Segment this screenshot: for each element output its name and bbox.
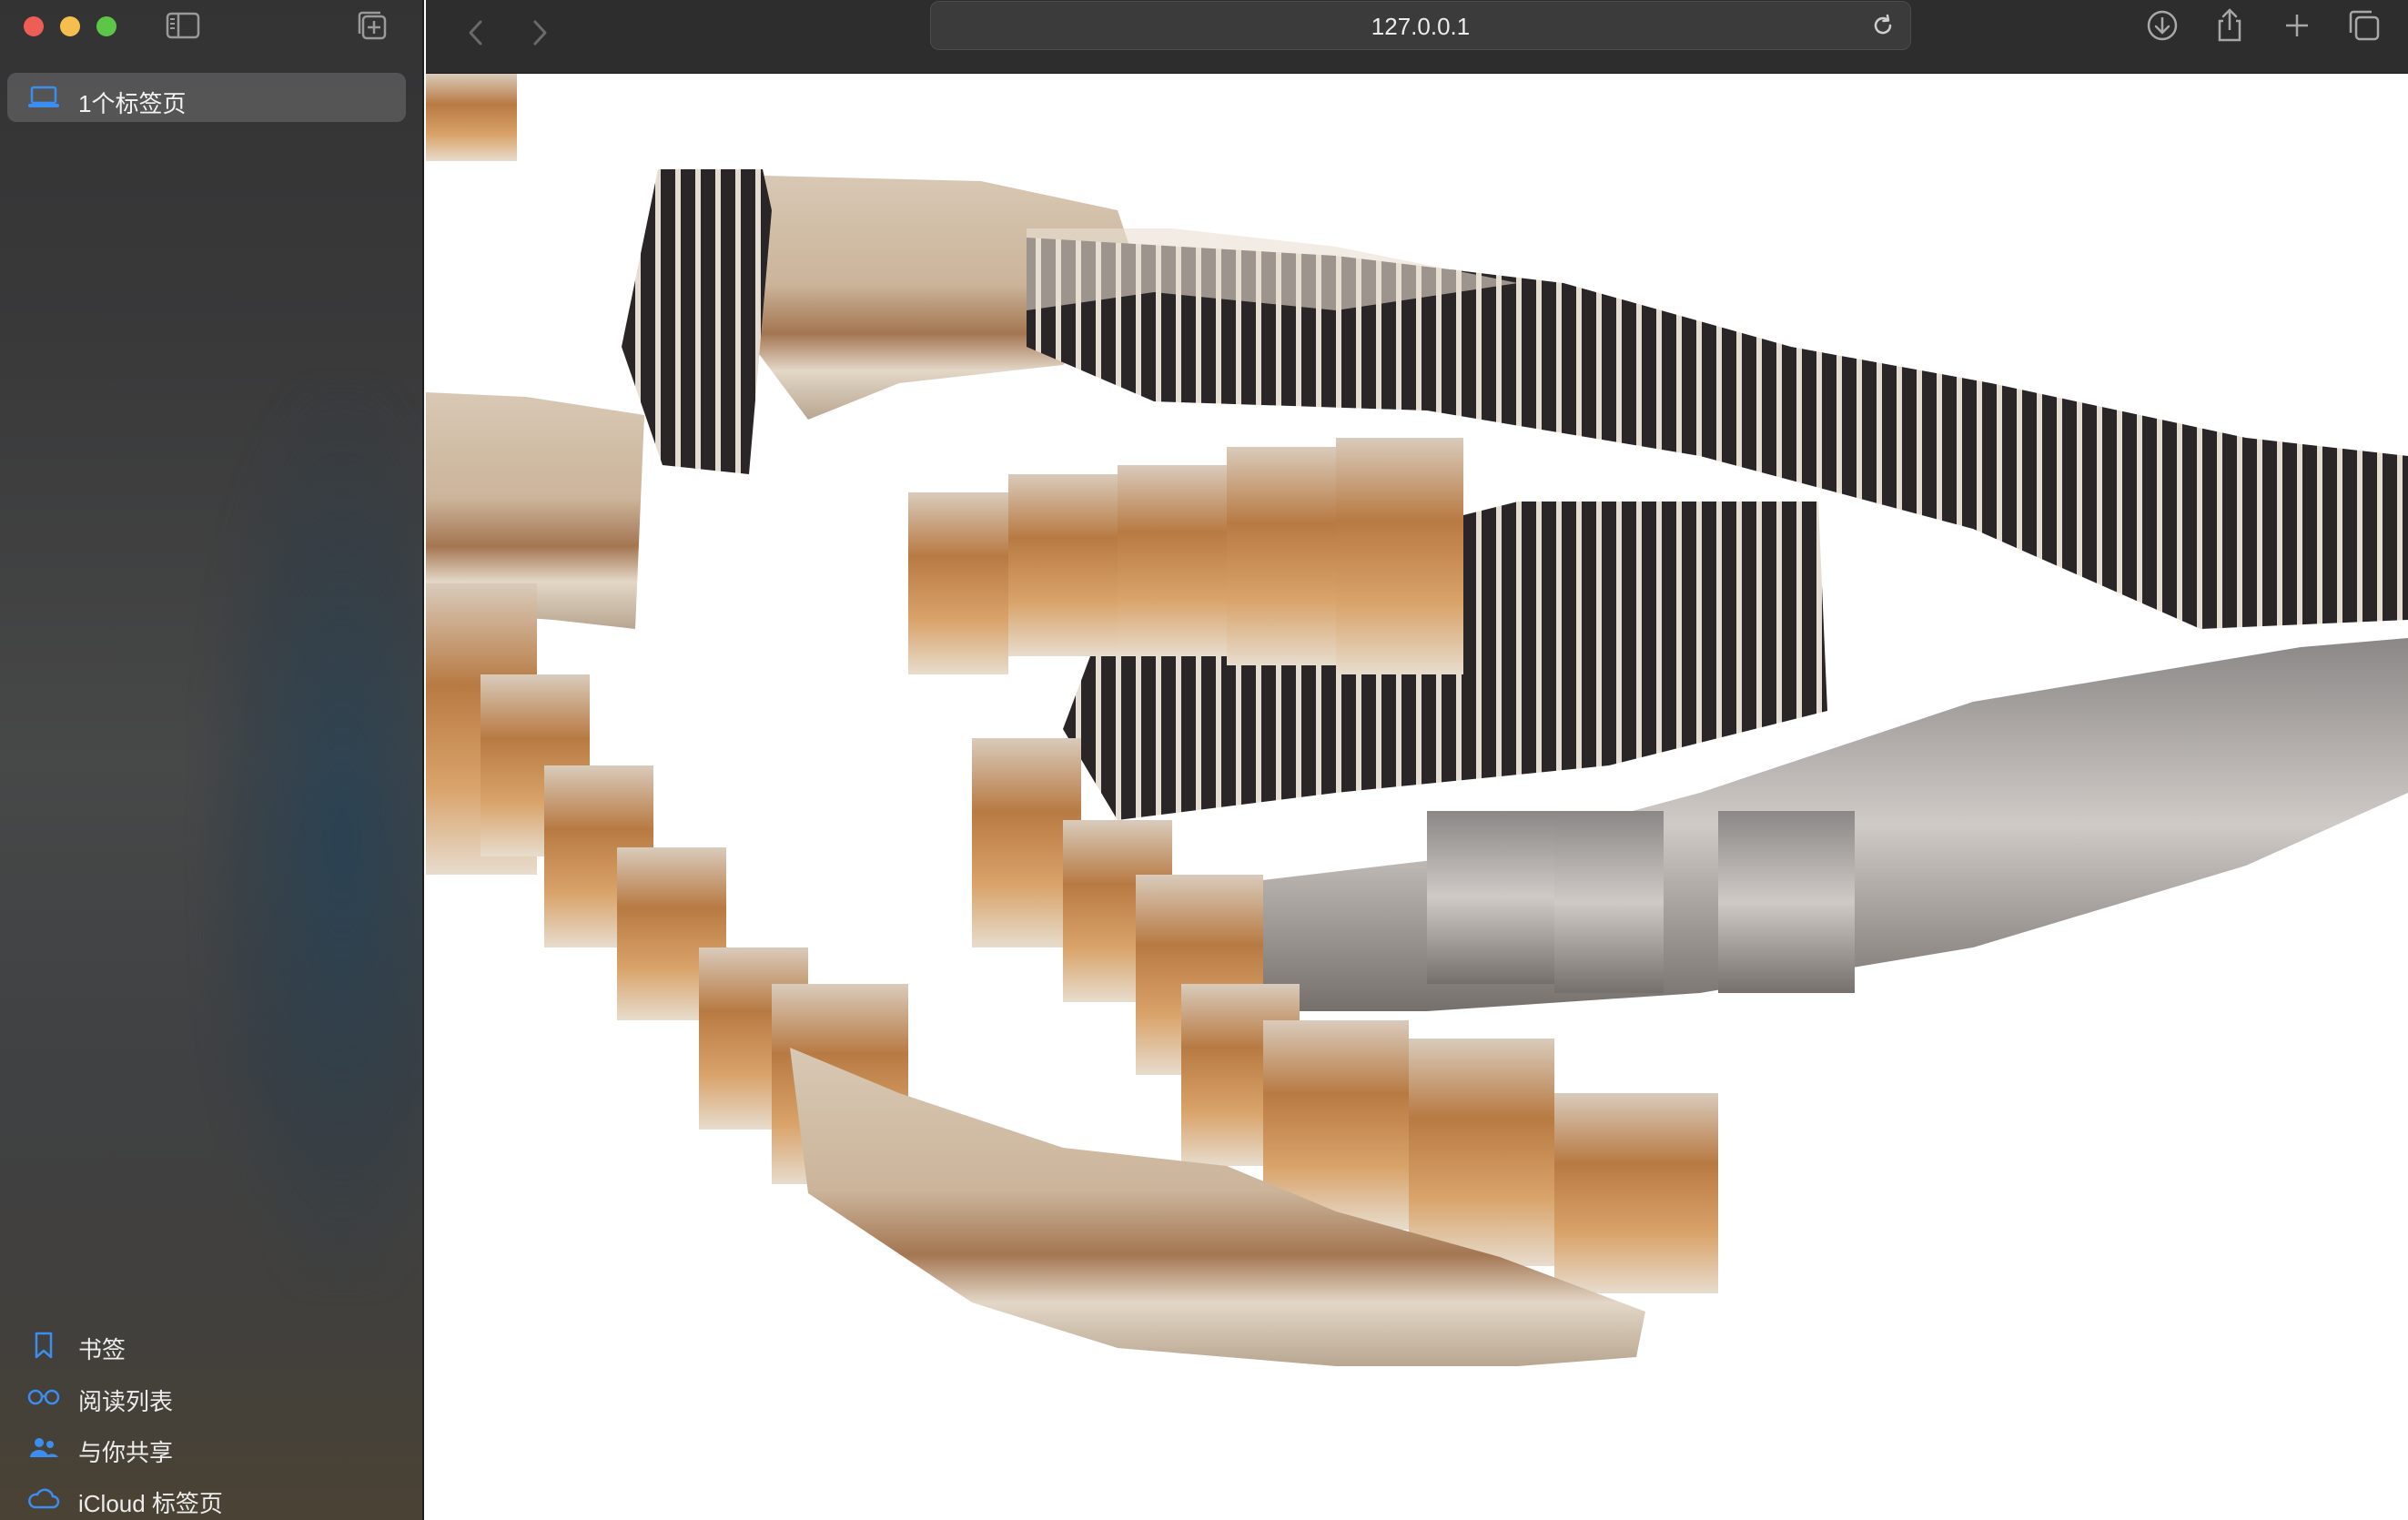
puppy-tile [1227,447,1336,665]
icloud-icon [28,1488,60,1509]
bookmark-icon [35,1332,53,1359]
sidebar-toggle-icon[interactable] [166,12,200,39]
puppy-tile [1336,438,1463,674]
zoom-window-button[interactable] [96,16,116,36]
url-text: 127.0.0.1 [1371,13,1471,40]
sidebar-item-label: 阅读列表 [78,1388,174,1415]
reload-icon[interactable] [1870,13,1896,38]
browser-toolbar: 127.0.0.1 [426,0,2408,74]
back-button[interactable] [462,15,490,51]
sidebar-item-reading-list[interactable]: 阅读列表 [0,1374,400,1420]
shared-with-you-icon [30,1438,58,1457]
sidebar-item-label: iCloud 标签页 [78,1490,223,1517]
kitten-tile [1554,811,1664,993]
share-icon[interactable] [2211,7,2248,44]
puppy-tile [426,74,517,161]
close-window-button[interactable] [24,16,44,36]
puppy-tile [908,492,1008,674]
kitten-tile [1718,811,1855,993]
sidebar-divider [422,0,424,1520]
image-trail-canvas [426,74,2408,1366]
new-tab-group-icon[interactable] [357,10,388,41]
sidebar-item-icloud-tabs[interactable]: iCloud 标签页 [0,1476,400,1520]
minimize-window-button[interactable] [60,16,80,36]
downloads-icon[interactable] [2144,7,2180,44]
sidebar-item-label: 书签 [78,1336,126,1363]
puppy-tile [1554,1093,1718,1293]
new-tab-icon[interactable] [2279,7,2315,44]
puppy-tile [1409,1039,1554,1266]
reading-list-icon [27,1389,60,1405]
sidebar-item-label: 与你共享 [78,1439,174,1466]
tab-overview-icon[interactable] [2346,7,2383,44]
web-content [426,74,2408,1520]
sidebar-item-shared-with-you[interactable]: 与你共享 [0,1425,400,1471]
sidebar-item-bookmarks[interactable]: 书签 [0,1322,400,1368]
laptop-icon [28,86,59,107]
sidebar-item-tabs[interactable]: 1个标签页 [7,73,406,122]
puppy-tile [1008,474,1118,656]
tab-group-label: 1个标签页 [78,90,187,117]
sidebar-background-blur [200,382,424,1292]
kitten-tile [1427,811,1554,984]
forward-button[interactable] [526,15,553,51]
image-trail-column [622,169,772,474]
sidebar: 1个标签页 书签 阅读列表 与你共享 iCloud 标签页 [0,0,424,1520]
puppy-tile [1118,465,1227,656]
address-bar[interactable]: 127.0.0.1 [930,1,1911,50]
